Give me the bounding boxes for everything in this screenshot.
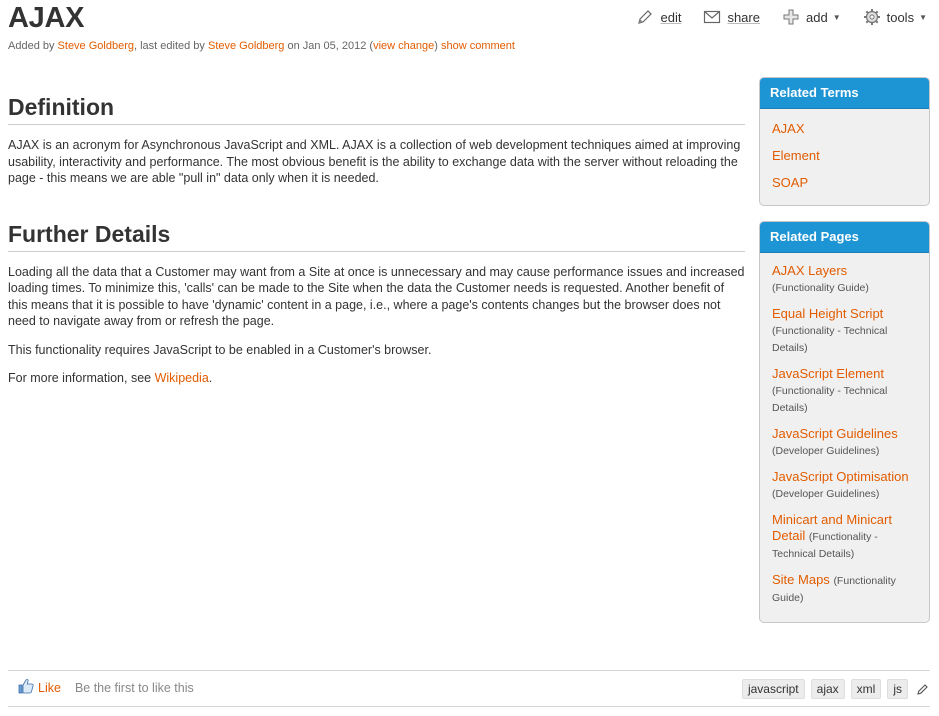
related-page-item: JavaScript Optimisation (Developer Guide… — [772, 469, 917, 502]
related-page-link[interactable]: JavaScript Guidelines — [772, 426, 898, 441]
details-paragraph-3: For more information, see Wikipedia. — [8, 370, 745, 387]
byline-edited-prefix: , last edited by — [133, 40, 208, 52]
related-page-item: JavaScript Guidelines (Developer Guidelin… — [772, 426, 917, 459]
editor-link[interactable]: Steve Goldberg — [208, 40, 284, 52]
labels-list: javascript ajax xml js — [736, 679, 929, 699]
further-details-heading: Further Details — [8, 221, 745, 252]
footer-divider — [8, 670, 930, 671]
share-button[interactable]: share — [703, 8, 760, 26]
pencil-icon — [636, 8, 654, 26]
related-pages-panel: Related Pages AJAX Layers (Functionality … — [759, 221, 930, 623]
wikipedia-link[interactable]: Wikipedia — [155, 371, 209, 385]
plus-icon — [782, 8, 800, 26]
main-content: Definition AJAX is an acronym for Asynch… — [8, 94, 745, 399]
add-menu-button[interactable]: add ▼ — [782, 8, 841, 26]
related-page-item: Equal Height Script (Functionality - Tech… — [772, 306, 917, 356]
chevron-down-icon: ▼ — [832, 12, 841, 22]
related-terms-heading: Related Terms — [760, 78, 929, 109]
label-tag[interactable]: xml — [850, 679, 882, 699]
definition-heading: Definition — [8, 94, 745, 125]
details-paragraph-2: This functionality requires JavaScript t… — [8, 342, 432, 357]
page-title: AJAX — [8, 2, 85, 34]
label-tag[interactable]: js — [887, 679, 908, 699]
related-page-item: AJAX Layers (Functionality Guide) — [772, 263, 917, 296]
add-label: add — [805, 9, 828, 25]
author-link[interactable]: Steve Goldberg — [58, 40, 134, 52]
page-actions: edit share add ▼ tools ▼ — [614, 8, 927, 26]
related-page-link[interactable]: AJAX Layers — [772, 263, 847, 278]
related-page-link[interactable]: JavaScript Element — [772, 366, 884, 381]
related-page-link[interactable]: JavaScript Optimisation — [772, 469, 909, 484]
like-bar: Like Be the first to like this — [18, 678, 194, 697]
related-page-category: (Developer Guidelines) — [772, 445, 880, 457]
edit-labels-pencil-icon[interactable] — [916, 683, 929, 696]
tools-label: tools — [886, 9, 915, 25]
label-tag[interactable]: ajax — [810, 679, 845, 699]
related-page-item: Site Maps (Functionality Guide) — [772, 572, 917, 606]
related-page-item: JavaScript Element (Functionality - Techn… — [772, 366, 917, 416]
related-terms-panel: Related Terms AJAX Element SOAP — [759, 77, 930, 206]
chevron-down-icon: ▼ — [919, 12, 927, 22]
details-paragraph-1: Loading all the data that a Customer may… — [8, 264, 745, 329]
related-term-link[interactable]: AJAX — [772, 120, 917, 138]
label-tag[interactable]: javascript — [741, 679, 805, 699]
related-page-link[interactable]: Site Maps — [772, 572, 830, 587]
related-page-category: (Developer Guidelines) — [772, 488, 880, 500]
edit-label: edit — [660, 9, 682, 25]
more-info-suffix: . — [208, 371, 213, 385]
byline: Added by Steve Goldberg, last edited by … — [8, 40, 515, 52]
related-page-category: (Functionality Guide) — [772, 282, 869, 294]
related-page-category: (Functionality - Technical Details) — [772, 385, 888, 414]
byline-paren: ) — [434, 40, 441, 52]
edit-button[interactable]: edit — [636, 8, 681, 26]
like-button[interactable]: Like — [38, 681, 61, 695]
share-label: share — [727, 9, 760, 25]
gear-icon — [863, 8, 881, 26]
show-comment-link[interactable]: show comment — [441, 40, 515, 52]
view-change-link[interactable]: view change — [373, 40, 434, 52]
byline-date: on Jan 05, 2012 ( — [284, 40, 374, 52]
related-pages-heading: Related Pages — [760, 222, 929, 253]
related-term-link[interactable]: Element — [772, 147, 917, 165]
footer-bottom-divider — [8, 706, 930, 707]
related-page-category: (Functionality - Technical Details) — [772, 325, 888, 354]
like-status: Be the first to like this — [74, 680, 194, 695]
thumbs-up-icon[interactable] — [18, 678, 34, 697]
related-page-link[interactable]: Equal Height Script — [772, 306, 883, 321]
byline-added-prefix: Added by — [8, 40, 58, 52]
tools-menu-button[interactable]: tools ▼ — [863, 8, 927, 26]
more-info-text: For more information, see — [8, 371, 155, 385]
related-page-item: Minicart and Minicart Detail (Functional… — [772, 512, 917, 562]
envelope-icon — [703, 8, 721, 26]
related-term-link[interactable]: SOAP — [772, 174, 917, 192]
definition-text: AJAX is an acronym for Asynchronous Java… — [8, 138, 741, 185]
